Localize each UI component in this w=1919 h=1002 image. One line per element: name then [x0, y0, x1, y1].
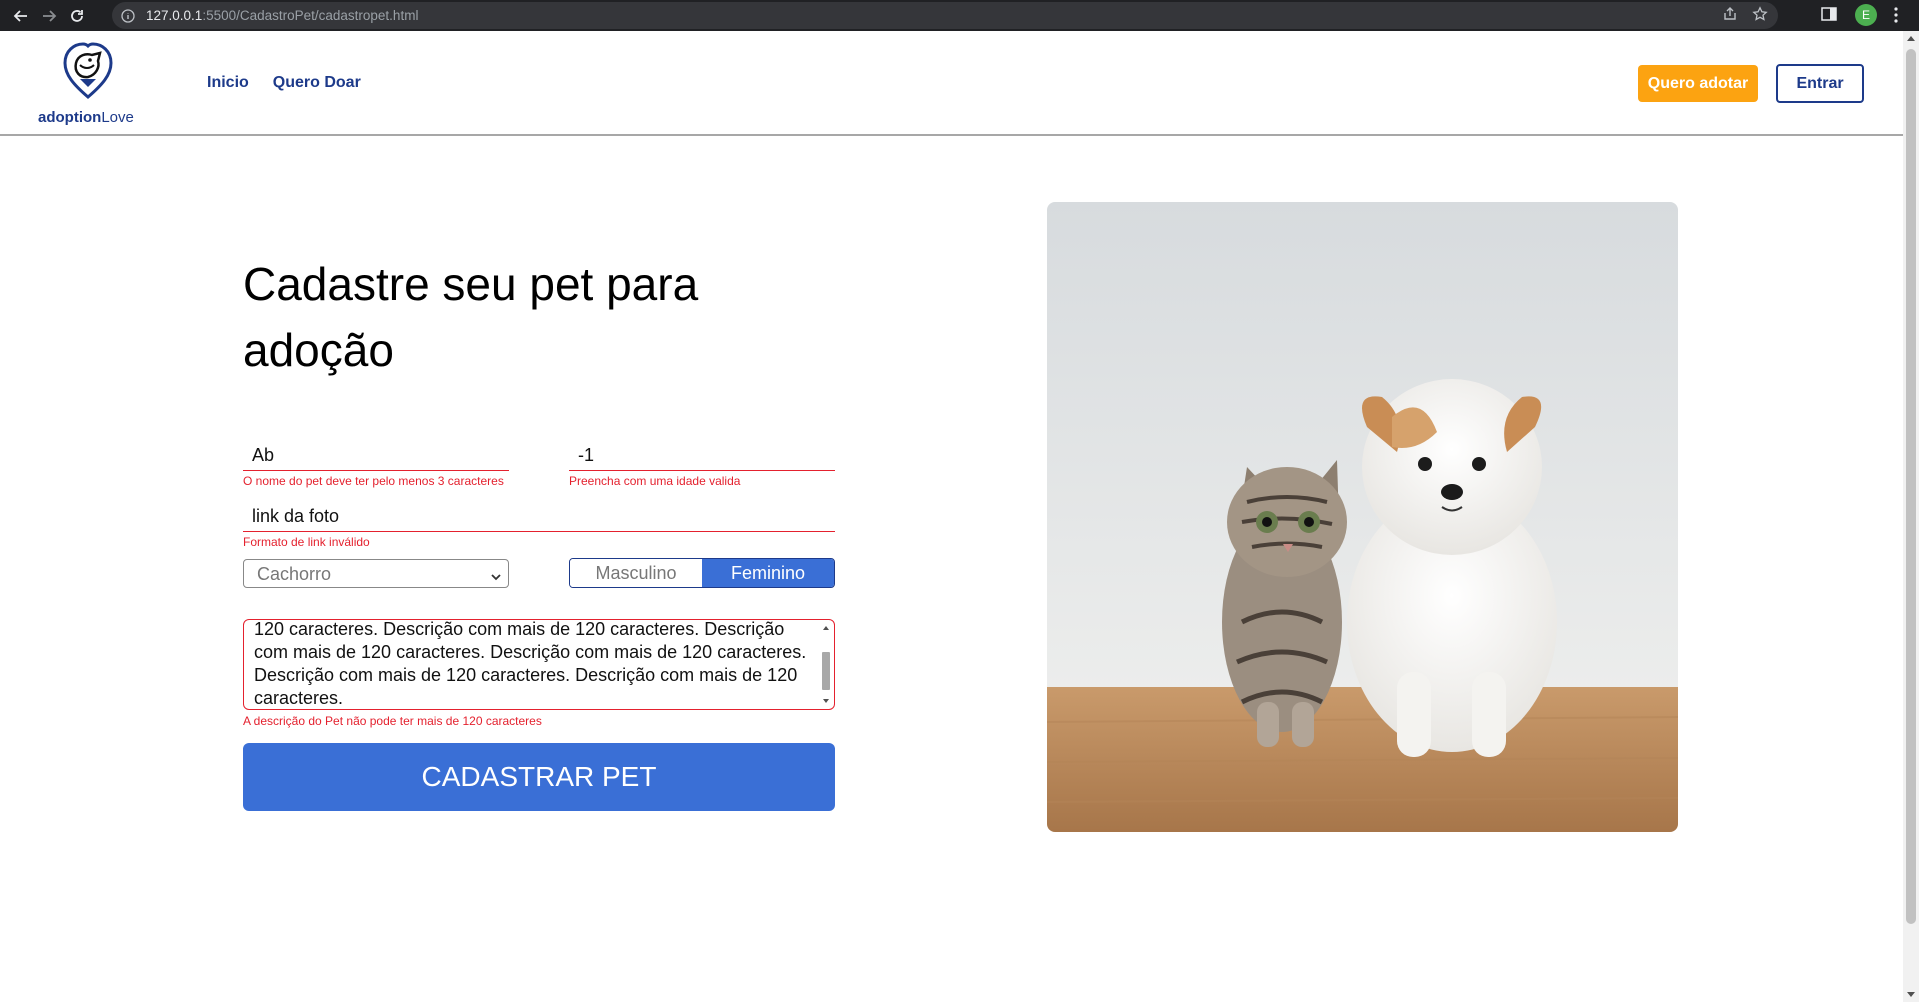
- description-text: 120 caracteres. Descrição com mais de 12…: [254, 619, 807, 708]
- pet-age-value: -1: [578, 445, 595, 465]
- menu-kebab-icon[interactable]: [1893, 6, 1899, 29]
- profile-avatar[interactable]: E: [1855, 4, 1877, 26]
- side-panel-icon[interactable]: [1820, 5, 1838, 28]
- species-select[interactable]: Cachorro: [243, 559, 509, 588]
- pet-heart-logo-icon: [63, 42, 113, 99]
- share-icon[interactable]: [1722, 6, 1738, 27]
- brand-wordmark: adoptionLove: [38, 109, 134, 126]
- brand-logo[interactable]: adoptionLove: [38, 41, 138, 126]
- gender-option-feminino[interactable]: Feminino: [702, 559, 834, 587]
- page-viewport: adoptionLove Inicio Quero Doar Quero ado…: [0, 31, 1903, 1002]
- gender-toggle: Masculino Feminino: [569, 558, 835, 588]
- adopt-button[interactable]: Quero adotar: [1638, 65, 1758, 102]
- page-scrollbar[interactable]: [1903, 31, 1919, 1002]
- page-scrollbar-thumb[interactable]: [1906, 49, 1916, 924]
- chevron-down-icon: [490, 569, 502, 587]
- pet-age-error: Preencha com uma idade valida: [569, 474, 741, 488]
- info-icon[interactable]: [120, 8, 136, 24]
- pet-name-value: Ab: [252, 445, 275, 465]
- reload-icon[interactable]: [65, 4, 89, 28]
- page-title: Cadastre seu pet para adoção: [243, 258, 699, 376]
- photo-link-value: link da foto: [252, 506, 340, 526]
- nav-link-inicio[interactable]: Inicio: [207, 74, 249, 92]
- forward-arrow-icon[interactable]: [37, 4, 61, 28]
- star-icon[interactable]: [1752, 6, 1768, 27]
- description-textarea[interactable]: 120 caracteres. Descrição com mais de 12…: [243, 619, 835, 710]
- back-arrow-icon[interactable]: [9, 4, 33, 28]
- submit-pet-button[interactable]: CADASTRAR PET: [243, 743, 835, 811]
- pet-name-input[interactable]: Ab: [243, 441, 509, 471]
- browser-toolbar: 127.0.0.1:5500/CadastroPet/cadastropet.h…: [0, 0, 1919, 31]
- address-bar[interactable]: 127.0.0.1:5500/CadastroPet/cadastropet.h…: [112, 2, 1778, 29]
- pet-name-error: O nome do pet deve ter pelo menos 3 cara…: [243, 474, 504, 488]
- main-nav: Inicio Quero Doar: [207, 74, 361, 92]
- login-button[interactable]: Entrar: [1776, 64, 1864, 103]
- species-selected-value: Cachorro: [257, 564, 332, 584]
- cat-and-dog-image: [1047, 202, 1678, 832]
- gender-option-masculino[interactable]: Masculino: [570, 559, 702, 587]
- url-text: 127.0.0.1:5500/CadastroPet/cadastropet.h…: [146, 8, 419, 23]
- description-error: A descrição do Pet não pode ter mais de …: [243, 714, 542, 728]
- photo-link-input[interactable]: link da foto: [243, 502, 835, 532]
- textarea-scrollbar[interactable]: [820, 622, 832, 707]
- pet-age-input[interactable]: -1: [569, 441, 835, 471]
- photo-link-error: Formato de link inválido: [243, 535, 370, 549]
- nav-link-quero-doar[interactable]: Quero Doar: [273, 74, 361, 92]
- site-header: adoptionLove Inicio Quero Doar Quero ado…: [0, 31, 1903, 136]
- pets-photo: [1047, 202, 1678, 832]
